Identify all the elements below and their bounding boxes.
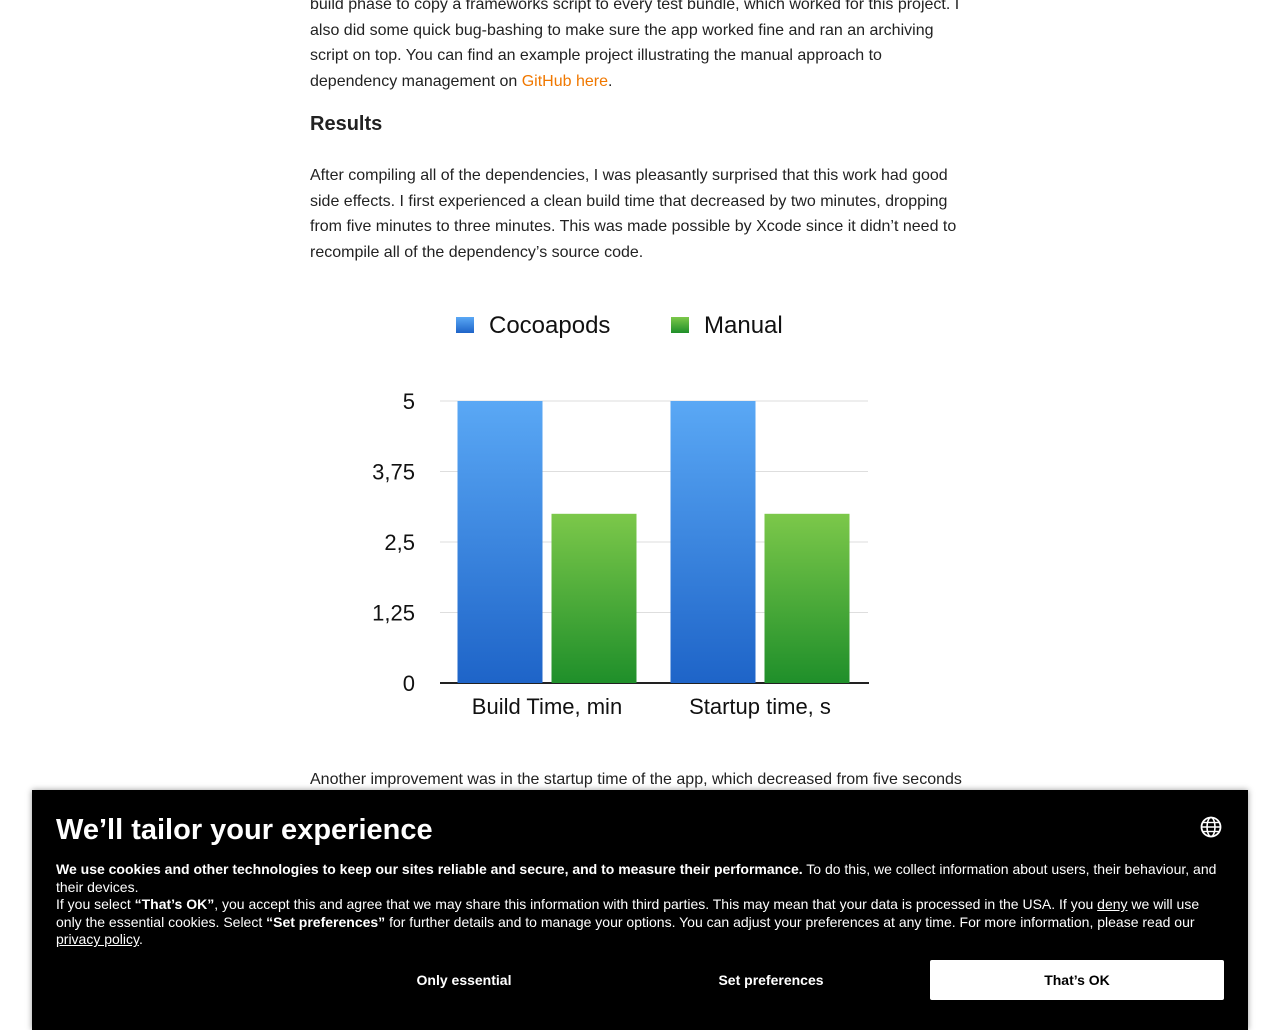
y-tick-label: 1,25 — [372, 601, 415, 626]
legend-swatch — [671, 317, 689, 333]
cookie-text-a: If you select — [56, 896, 135, 913]
y-tick-label: 5 — [403, 389, 415, 414]
results-heading: Results — [310, 113, 383, 135]
cookie-title: We’ll tailor your experience — [56, 814, 433, 846]
cookie-text-e: . — [139, 931, 143, 948]
p1-line3: script on top. You can find an example p… — [310, 47, 882, 64]
only-essential-button[interactable]: Only essential — [310, 960, 618, 1000]
thats-ok-button[interactable]: That’s OK — [930, 960, 1224, 1000]
cookie-description: We use cookies and other technologies to… — [56, 861, 1226, 949]
privacy-policy-link[interactable]: privacy policy — [56, 931, 139, 947]
y-tick-label: 2,5 — [384, 530, 415, 555]
cookie-text-b: , you accept this and agree that we may … — [214, 896, 1098, 913]
paragraph-startup: Another improvement was in the startup t… — [310, 771, 962, 788]
y-tick-label: 0 — [403, 671, 415, 696]
cookie-text-d: for further details and to manage your o… — [385, 913, 1195, 930]
y-tick-label: 3,75 — [372, 460, 415, 485]
x-tick-label: Startup time, s — [689, 694, 831, 719]
set-prefs-quote: “Set preferences” — [266, 913, 386, 930]
bar-manual-0 — [551, 513, 637, 683]
p2-line1: After compiling all of the dependencies,… — [310, 167, 948, 184]
cookie-bold-intro: We use cookies and other technologies to… — [56, 861, 803, 877]
bar-chart: 0 1,25 2,5 3,75 5 Build Time, min Startup time… — [372, 312, 869, 719]
p2-line2: side effects. I first experienced a clea… — [310, 192, 948, 210]
p2-line4: recompile all of the dependency’s source… — [310, 243, 644, 261]
bar-cocoapods-0 — [457, 401, 543, 683]
legend-swatch — [456, 317, 474, 333]
legend-label: Manual — [704, 312, 783, 339]
globe-icon[interactable] — [1200, 816, 1222, 838]
p1-line2: also did some quick bug-bashing to make … — [310, 21, 934, 39]
legend-label: Cocoapods — [489, 312, 610, 339]
p1-line4-pre: dependency management on — [310, 72, 522, 90]
deny-link[interactable]: deny — [1097, 896, 1127, 912]
bar-manual-1 — [764, 513, 850, 683]
bar-cocoapods-1 — [670, 401, 756, 683]
p1-line4-post: . — [607, 72, 613, 90]
set-preferences-button[interactable]: Set preferences — [617, 960, 925, 1000]
github-link[interactable]: GitHub here — [522, 73, 608, 90]
thats-ok-quote: “That’s OK” — [134, 896, 215, 913]
x-tick-label: Build Time, min — [472, 694, 622, 719]
p2-line3: from five minutes to three minutes. This… — [310, 218, 957, 235]
paragraph-manual-approach: build phase to copy a frameworks script … — [310, 0, 970, 94]
p1-line1: build phase to copy a frameworks script … — [310, 0, 960, 13]
cookie-banner: We’ll tailor your experience We use cook… — [32, 790, 1248, 1030]
paragraph-results: After compiling all of the dependencies,… — [310, 163, 970, 265]
